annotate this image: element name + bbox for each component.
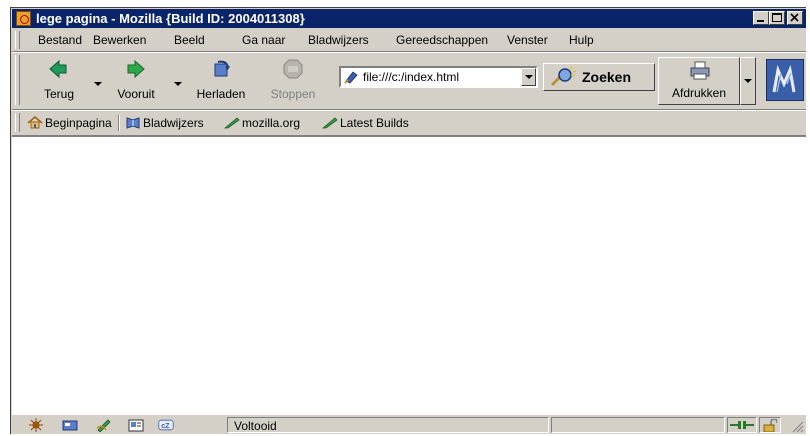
forward-button[interactable]: Vooruit [108, 57, 164, 103]
navbar-grip[interactable] [15, 55, 20, 105]
print-button[interactable]: Afdrukken [658, 57, 740, 105]
minimize-button[interactable] [753, 11, 769, 25]
home-label: Beginpagina [45, 116, 112, 130]
search-magnifier-icon [550, 67, 577, 87]
status-bar: cZ Voltooid [12, 415, 806, 435]
close-button[interactable] [787, 11, 803, 25]
navigator-icon[interactable] [28, 418, 44, 432]
stop-button[interactable]: Stoppen [264, 57, 322, 103]
status-text: Voltooid [234, 419, 277, 433]
personal-toolbar: Beginpagina Bladwijzers mozilla.org Late… [12, 110, 806, 136]
status-text-panel: Voltooid [227, 417, 549, 433]
minimize-icon [757, 20, 764, 22]
latest-builds-link[interactable]: Latest Builds [322, 116, 409, 130]
security-panel[interactable] [759, 417, 781, 433]
mozilla-throbber-logo[interactable] [766, 59, 804, 101]
online-status-panel[interactable] [727, 417, 757, 433]
navigation-toolbar: Terug Vooruit Herladen Stoppen file:///c… [12, 52, 806, 110]
reload-button[interactable]: Herladen [190, 57, 252, 103]
url-bar[interactable] [339, 66, 538, 88]
maximize-button[interactable] [769, 11, 785, 25]
page-content-area[interactable] [12, 136, 806, 415]
online-plug-icon [730, 421, 754, 429]
close-icon [790, 13, 799, 22]
menu-hulp[interactable]: Hulp [569, 33, 594, 47]
search-button[interactable]: Zoeken [543, 63, 655, 91]
stop-label: Stoppen [270, 87, 316, 101]
forward-arrow-icon [127, 59, 145, 79]
latest-builds-label: Latest Builds [340, 116, 409, 130]
reload-icon [214, 60, 230, 77]
forward-label: Vooruit [117, 87, 155, 101]
menu-bladwijzers[interactable]: Bladwijzers [308, 33, 369, 47]
menu-bar: Bestand Bewerken Beeld Ga naar Bladwijze… [12, 29, 806, 52]
home-link[interactable]: Beginpagina [27, 116, 112, 130]
window-title: lege pagina - Mozilla {Build ID: 2004011… [36, 11, 305, 26]
menubar-grip[interactable] [15, 31, 20, 49]
back-dropdown-arrow[interactable] [94, 82, 102, 86]
mozilla-org-link[interactable]: mozilla.org [224, 116, 300, 130]
printer-icon [690, 61, 710, 80]
resize-grip-icon[interactable] [792, 421, 804, 433]
chatzilla-icon[interactable]: cZ [158, 418, 174, 432]
bookmarks-label: Bladwijzers [143, 116, 204, 130]
chevron-down-icon [744, 79, 752, 83]
title-bar[interactable]: lege pagina - Mozilla {Build ID: 2004011… [12, 9, 806, 28]
bookmark-link-icon [224, 117, 240, 129]
menu-bewerken[interactable]: Bewerken [93, 33, 146, 47]
svg-text:cZ: cZ [161, 421, 170, 430]
bookmark-link-icon [322, 117, 338, 129]
forward-dropdown-arrow[interactable] [174, 82, 182, 86]
menu-ga-naar[interactable]: Ga naar [242, 33, 285, 47]
component-bar: cZ [14, 417, 226, 433]
menu-bestand[interactable]: Bestand [38, 33, 82, 47]
unlocked-padlock-icon [763, 419, 777, 432]
address-book-icon[interactable] [128, 418, 144, 432]
page-proxy-icon [344, 71, 358, 84]
menu-gereedschappen[interactable]: Gereedschappen [396, 33, 488, 47]
mail-icon[interactable] [62, 418, 78, 432]
print-dropdown[interactable] [740, 57, 756, 105]
bookmarks-link[interactable]: Bladwijzers [125, 116, 204, 130]
maximize-icon [772, 13, 782, 22]
home-icon [27, 116, 43, 129]
chevron-down-icon [525, 75, 533, 79]
bookmarks-icon [126, 117, 140, 129]
reload-label: Herladen [196, 87, 246, 101]
back-button[interactable]: Terug [34, 57, 84, 103]
menu-beeld[interactable]: Beeld [174, 33, 205, 47]
print-label: Afdrukken [671, 86, 727, 100]
composer-icon[interactable] [96, 418, 112, 432]
url-history-dropdown[interactable] [521, 68, 536, 86]
mozilla-org-label: mozilla.org [242, 116, 301, 130]
persbar-grip[interactable] [15, 113, 20, 132]
mozilla-app-icon[interactable] [16, 11, 31, 26]
browser-window: lege pagina - Mozilla {Build ID: 2004011… [10, 7, 806, 434]
back-label: Terug [43, 87, 75, 101]
progress-panel [551, 417, 725, 433]
search-label: Zoeken [582, 69, 632, 85]
stop-icon [283, 59, 303, 79]
toolbar-separator [118, 115, 120, 131]
menu-venster[interactable]: Venster [507, 33, 548, 47]
mozilla-m-icon [772, 64, 796, 93]
back-arrow-icon [49, 59, 67, 79]
url-input[interactable] [363, 69, 513, 85]
